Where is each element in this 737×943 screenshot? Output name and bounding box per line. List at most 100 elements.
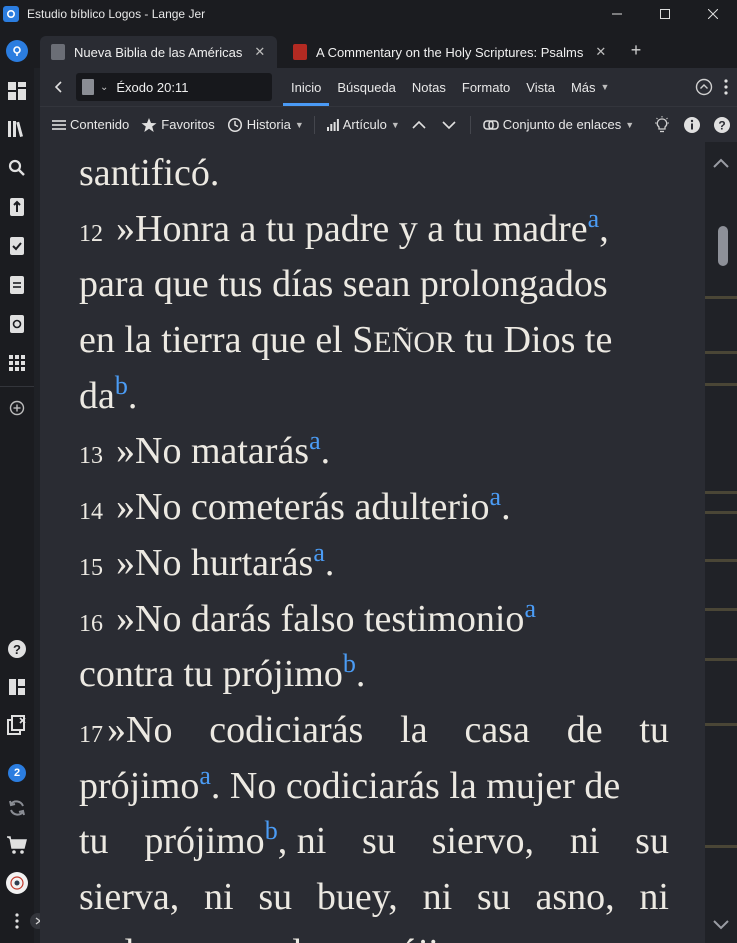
scroll-marker [705,383,737,386]
menu-formato[interactable]: Formato [454,68,518,106]
passage-guide-button[interactable] [0,192,34,222]
search-button[interactable] [0,153,34,183]
previous-article-button[interactable] [412,120,430,130]
text-line: en la tierra que el SEÑOR tu Dios te [79,319,613,362]
avatar [6,872,28,894]
footnote-marker[interactable]: a [588,204,600,233]
dashboard-button[interactable] [0,76,34,106]
bible-text-pane[interactable]: santificó. 12 »Honra a tu padre y a tu ma… [40,142,705,943]
verse-number[interactable]: 12 [79,221,103,247]
close-tab-icon[interactable]: ✕ [595,44,606,60]
scroll-marker [705,296,737,299]
list-icon [52,119,66,130]
articulo-button[interactable]: Artículo ▼ [326,117,400,132]
apps-button[interactable] [0,348,34,378]
verse-16: 16 »No darás falso testimonioa [79,593,536,640]
scroll-marker [705,559,737,562]
info-icon[interactable] [683,116,701,134]
layout-icon [9,679,25,695]
library-button[interactable] [0,114,34,144]
menu-mas[interactable]: Más ▼ [563,68,617,106]
favoritos-button[interactable]: Favoritos [141,117,215,133]
resource-nav-bar: ⌄ Éxodo 20:11 Inicio Búsqueda Notas Form… [40,68,737,106]
footnote-marker[interactable]: b [343,649,356,678]
verse-number[interactable]: 16 [79,611,103,637]
text-line: dab. [79,370,138,417]
tab-nbla[interactable]: Nueva Biblia de las Américas ✕ [40,36,277,68]
sync-button[interactable] [0,793,34,823]
chevron-down-icon: ▼ [625,119,635,130]
footnote-marker[interactable]: b [115,371,128,400]
bars-icon [326,118,339,131]
panel-menu-icon[interactable] [723,79,729,95]
layouts-button[interactable] [0,672,34,702]
verse-number[interactable]: 14 [79,499,103,525]
help-button[interactable]: ? [0,634,34,664]
footnote-marker[interactable]: a [313,538,325,567]
help-icon[interactable]: ? [713,116,731,134]
collapse-up-icon[interactable] [695,78,713,96]
verse-17: 17 »No codiciarás la casa de tu [79,708,669,751]
store-button[interactable] [0,830,34,860]
footnote-marker[interactable]: a [199,761,211,790]
scroll-marker [705,351,737,354]
favoritos-label: Favoritos [161,117,215,132]
verse-number[interactable]: 15 [79,555,103,581]
text-line: prójimoa. No codiciarás la mujer de [79,760,621,807]
new-tab-button[interactable]: + [624,36,648,64]
tab-label: Nueva Biblia de las Américas [74,44,243,60]
shield-button[interactable] [0,309,34,339]
reference-box[interactable]: ⌄ Éxodo 20:11 [76,73,272,101]
menu-notas[interactable]: Notas [404,68,454,106]
menu-busqueda[interactable]: Búsqueda [329,68,404,106]
back-button[interactable] [50,78,68,96]
text-line: tu prójimob, ni su siervo, ni su [79,816,669,863]
chevron-left-icon [55,81,62,93]
minimize-button[interactable] [593,0,641,28]
tab-label: A Commentary on the Holy Scriptures: Psa… [316,44,584,60]
star-icon [141,117,157,132]
verse-number[interactable]: 17 [79,722,103,748]
toolbar-divider [313,115,315,134]
menu-inicio[interactable]: Inicio [283,68,330,106]
more-button[interactable] [0,906,34,936]
contenido-label: Contenido [70,117,130,132]
footnote-marker[interactable]: a [490,482,502,511]
chevron-down-icon[interactable]: ⌄ [100,82,108,93]
text-line: sierva, ni su buey, ni su asno, ni [79,875,669,918]
logos-home-icon [6,40,28,62]
logos-home-button[interactable] [0,36,34,66]
vertical-scrollbar[interactable] [705,142,737,943]
scroll-thumb[interactable] [718,226,728,266]
close-tab-icon[interactable]: ✕ [254,44,265,60]
scroll-up-button[interactable] [705,148,737,178]
next-article-button[interactable] [442,120,460,130]
scroll-marker [705,723,737,726]
reference-input[interactable]: Éxodo 20:11 [116,80,188,95]
documents-button[interactable] [0,270,34,300]
sync-icon [9,800,25,816]
title-bar: Estudio bíblico Logos - Lange Jer [0,0,737,28]
tasks-button[interactable] [0,231,34,261]
scroll-down-button[interactable] [705,910,737,940]
enlaces-button[interactable]: Conjunto de enlaces ▼ [483,117,634,132]
lightbulb-icon[interactable] [653,116,671,134]
menu-vista[interactable]: Vista [518,68,563,106]
window-title: Estudio bíblico Logos - Lange Jer [27,7,206,21]
verse-number[interactable]: 13 [79,443,103,469]
history-icon [227,117,242,132]
maximize-button[interactable] [641,0,689,28]
account-button[interactable] [0,868,34,898]
contenido-button[interactable]: Contenido [52,117,129,132]
close-window-button[interactable] [689,0,737,28]
footnote-marker[interactable]: a [309,426,321,455]
footnote-marker[interactable]: a [524,594,536,623]
tab-commentary-psalms[interactable]: A Commentary on the Holy Scriptures: Psa… [282,36,614,68]
toolbar-divider [469,115,471,134]
historia-button[interactable]: Historia ▼ [227,117,304,133]
notifications-button[interactable]: 2 [0,758,34,788]
add-button[interactable] [0,393,34,423]
footnote-marker[interactable]: b [265,816,278,845]
close-panels-button[interactable] [0,710,34,740]
chevron-down-icon: ▼ [294,119,304,130]
